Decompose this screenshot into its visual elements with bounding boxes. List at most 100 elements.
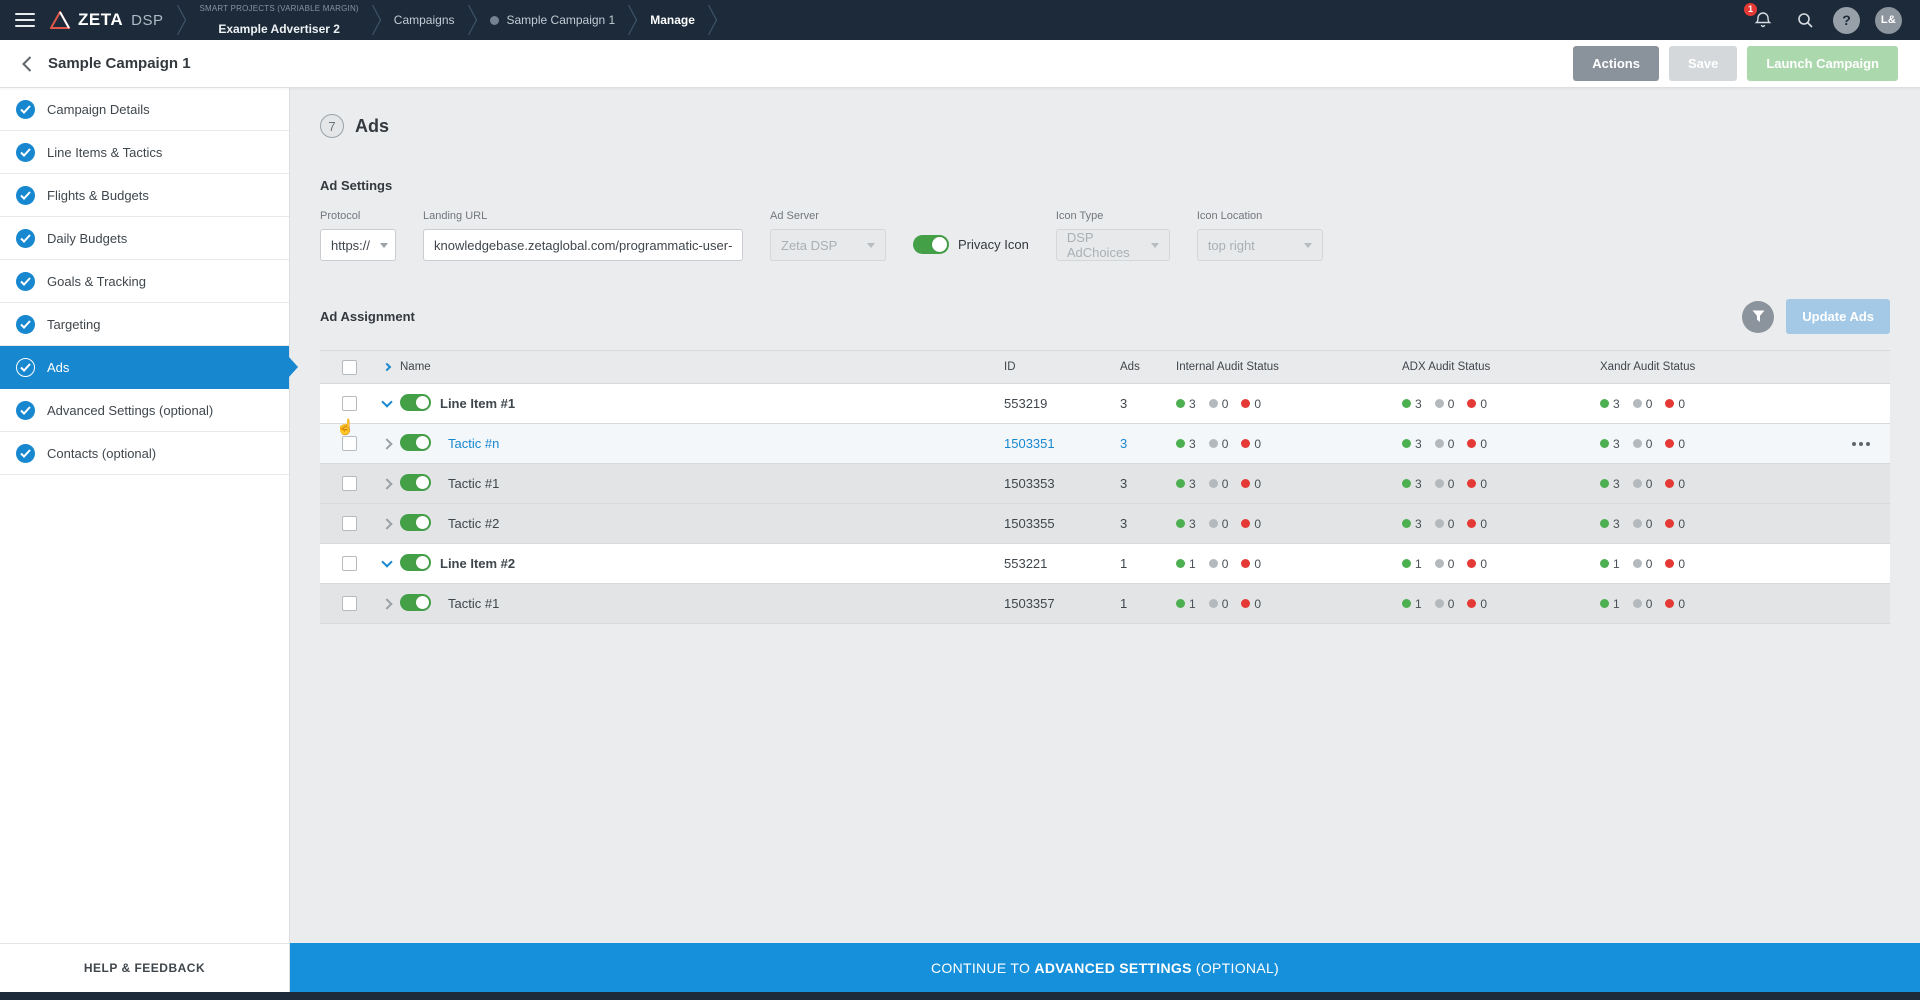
page-header: Sample Campaign 1 Actions Save Launch Ca… bbox=[0, 40, 1920, 88]
help-feedback-link[interactable]: HELP & FEEDBACK bbox=[0, 943, 290, 992]
step-label: Campaign Details bbox=[47, 102, 150, 117]
notification-badge: 1 bbox=[1744, 3, 1757, 16]
sidebar-step[interactable]: Goals & Tracking bbox=[0, 260, 289, 303]
protocol-select[interactable]: https:// bbox=[320, 229, 396, 261]
column-header-xandr-audit[interactable]: Xandr Audit Status bbox=[1600, 361, 1826, 373]
row-id[interactable]: 1503355 bbox=[1004, 516, 1120, 531]
table-row[interactable]: Tactic #1 1503357 1 100 100 100 bbox=[320, 584, 1890, 624]
expand-all-toggle[interactable] bbox=[374, 364, 400, 370]
expand-toggle[interactable] bbox=[374, 520, 400, 528]
expand-toggle[interactable] bbox=[374, 600, 400, 608]
filter-button[interactable] bbox=[1742, 301, 1774, 333]
breadcrumb-campaign[interactable]: Sample Campaign 1 bbox=[477, 13, 629, 27]
sidebar-step[interactable]: Flights & Budgets bbox=[0, 174, 289, 217]
breadcrumb-advertiser[interactable]: SMART PROJECTS (VARIABLE MARGIN) Example… bbox=[186, 4, 371, 37]
sidebar-step[interactable]: Ads bbox=[0, 346, 289, 389]
xandr-audit-status: 100 bbox=[1600, 597, 1826, 611]
sidebar-step[interactable]: Targeting bbox=[0, 303, 289, 346]
notifications-button[interactable]: 1 bbox=[1749, 7, 1776, 34]
expand-toggle[interactable] bbox=[374, 561, 400, 566]
row-checkbox[interactable] bbox=[342, 596, 357, 611]
table-header-row: Name ID Ads Internal Audit Status ADX Au… bbox=[320, 350, 1890, 384]
row-ads[interactable]: 3 bbox=[1120, 476, 1176, 491]
row-enabled-toggle[interactable] bbox=[400, 554, 431, 571]
sidebar-step[interactable]: Campaign Details bbox=[0, 88, 289, 131]
bell-icon bbox=[1754, 11, 1772, 29]
expand-toggle[interactable] bbox=[374, 401, 400, 406]
row-name[interactable]: Tactic #2 bbox=[440, 516, 1004, 531]
continue-button[interactable]: CONTINUE TO ADVANCED SETTINGS (OPTIONAL) bbox=[290, 943, 1920, 992]
row-checkbox[interactable] bbox=[342, 396, 357, 411]
column-header-ads[interactable]: Ads bbox=[1120, 361, 1176, 373]
row-id[interactable]: 1503357 bbox=[1004, 596, 1120, 611]
select-all-checkbox[interactable] bbox=[342, 360, 357, 375]
expand-toggle[interactable] bbox=[374, 480, 400, 488]
expand-toggle[interactable] bbox=[374, 440, 400, 448]
update-ads-button[interactable]: Update Ads bbox=[1786, 299, 1890, 334]
table-row[interactable]: Tactic #n 1503351 3 300 300 300 bbox=[320, 424, 1890, 464]
table-row[interactable]: Line Item #2 553221 1 100 100 100 bbox=[320, 544, 1890, 584]
row-id[interactable]: 553221 bbox=[1004, 556, 1120, 571]
row-checkbox[interactable] bbox=[342, 516, 357, 531]
column-header-id[interactable]: ID bbox=[1004, 361, 1120, 373]
row-name[interactable]: Tactic #1 bbox=[440, 476, 1004, 491]
row-id[interactable]: 553219 bbox=[1004, 396, 1120, 411]
internal-audit-status: 300 bbox=[1176, 397, 1402, 411]
breadcrumb-separator-icon bbox=[372, 0, 381, 40]
row-ads[interactable]: 1 bbox=[1120, 556, 1176, 571]
sidebar-step[interactable]: Advanced Settings (optional) bbox=[0, 389, 289, 432]
row-checkbox[interactable] bbox=[342, 556, 357, 571]
row-checkbox[interactable] bbox=[342, 436, 357, 451]
breadcrumb-campaigns[interactable]: Campaigns bbox=[381, 13, 468, 27]
menu-icon[interactable] bbox=[0, 0, 50, 40]
step-complete-icon bbox=[16, 272, 35, 291]
row-enabled-toggle[interactable] bbox=[400, 474, 431, 491]
help-button[interactable]: ? bbox=[1833, 7, 1860, 34]
internal-audit-status: 300 bbox=[1176, 437, 1402, 451]
column-header-adx-audit[interactable]: ADX Audit Status bbox=[1402, 361, 1600, 373]
ad-assignment-title: Ad Assignment bbox=[320, 309, 415, 324]
row-enabled-toggle[interactable] bbox=[400, 434, 431, 451]
row-ads[interactable]: 3 bbox=[1120, 396, 1176, 411]
row-overflow-menu[interactable] bbox=[1826, 442, 1890, 446]
ad-server-label: Ad Server bbox=[770, 210, 886, 222]
sidebar-step[interactable]: Daily Budgets bbox=[0, 217, 289, 260]
avatar[interactable]: L& bbox=[1875, 7, 1902, 34]
row-id[interactable]: 1503351 bbox=[1004, 436, 1120, 451]
row-name[interactable]: Line Item #2 bbox=[440, 556, 1004, 571]
chevron-right-icon bbox=[383, 363, 391, 371]
row-name[interactable]: Tactic #1 bbox=[440, 596, 1004, 611]
back-button[interactable] bbox=[22, 56, 32, 72]
expand-chevron-icon bbox=[381, 518, 392, 529]
row-enabled-toggle[interactable] bbox=[400, 594, 431, 611]
row-name[interactable]: Line Item #1 bbox=[440, 396, 1004, 411]
column-header-internal-audit[interactable]: Internal Audit Status bbox=[1176, 361, 1402, 373]
brand-suffix: DSP bbox=[131, 12, 163, 29]
row-id[interactable]: 1503353 bbox=[1004, 476, 1120, 491]
row-name[interactable]: Tactic #n bbox=[440, 436, 1004, 451]
sidebar-step[interactable]: Line Items & Tactics bbox=[0, 131, 289, 174]
actions-button[interactable]: Actions bbox=[1573, 46, 1659, 81]
table-row[interactable]: Tactic #1 1503353 3 300 300 300 bbox=[320, 464, 1890, 504]
row-enabled-toggle[interactable] bbox=[400, 394, 431, 411]
row-ads[interactable]: 3 bbox=[1120, 436, 1176, 451]
row-ads[interactable]: 1 bbox=[1120, 596, 1176, 611]
save-button[interactable]: Save bbox=[1669, 46, 1737, 81]
sidebar-step[interactable]: Contacts (optional) bbox=[0, 432, 289, 475]
table-row[interactable]: Tactic #2 1503355 3 300 300 300 bbox=[320, 504, 1890, 544]
row-checkbox[interactable] bbox=[342, 476, 357, 491]
column-header-name[interactable]: Name bbox=[400, 361, 431, 373]
launch-campaign-button[interactable]: Launch Campaign bbox=[1747, 46, 1898, 81]
search-button[interactable] bbox=[1791, 7, 1818, 34]
breadcrumb-manage[interactable]: Manage bbox=[637, 13, 708, 27]
chevron-down-icon bbox=[1151, 243, 1159, 248]
privacy-icon-toggle[interactable] bbox=[913, 235, 949, 254]
zeta-dsp-logo[interactable]: ZETA DSP bbox=[50, 10, 163, 30]
step-label: Daily Budgets bbox=[47, 231, 127, 246]
row-ads[interactable]: 3 bbox=[1120, 516, 1176, 531]
row-enabled-toggle[interactable] bbox=[400, 514, 431, 531]
expand-chevron-icon bbox=[381, 438, 392, 449]
table-row[interactable]: Line Item #1 553219 3 300 300 300 bbox=[320, 384, 1890, 424]
landing-url-input[interactable]: knowledgebase.zetaglobal.com/programmati… bbox=[423, 229, 743, 261]
continue-prefix: CONTINUE TO bbox=[931, 960, 1034, 976]
